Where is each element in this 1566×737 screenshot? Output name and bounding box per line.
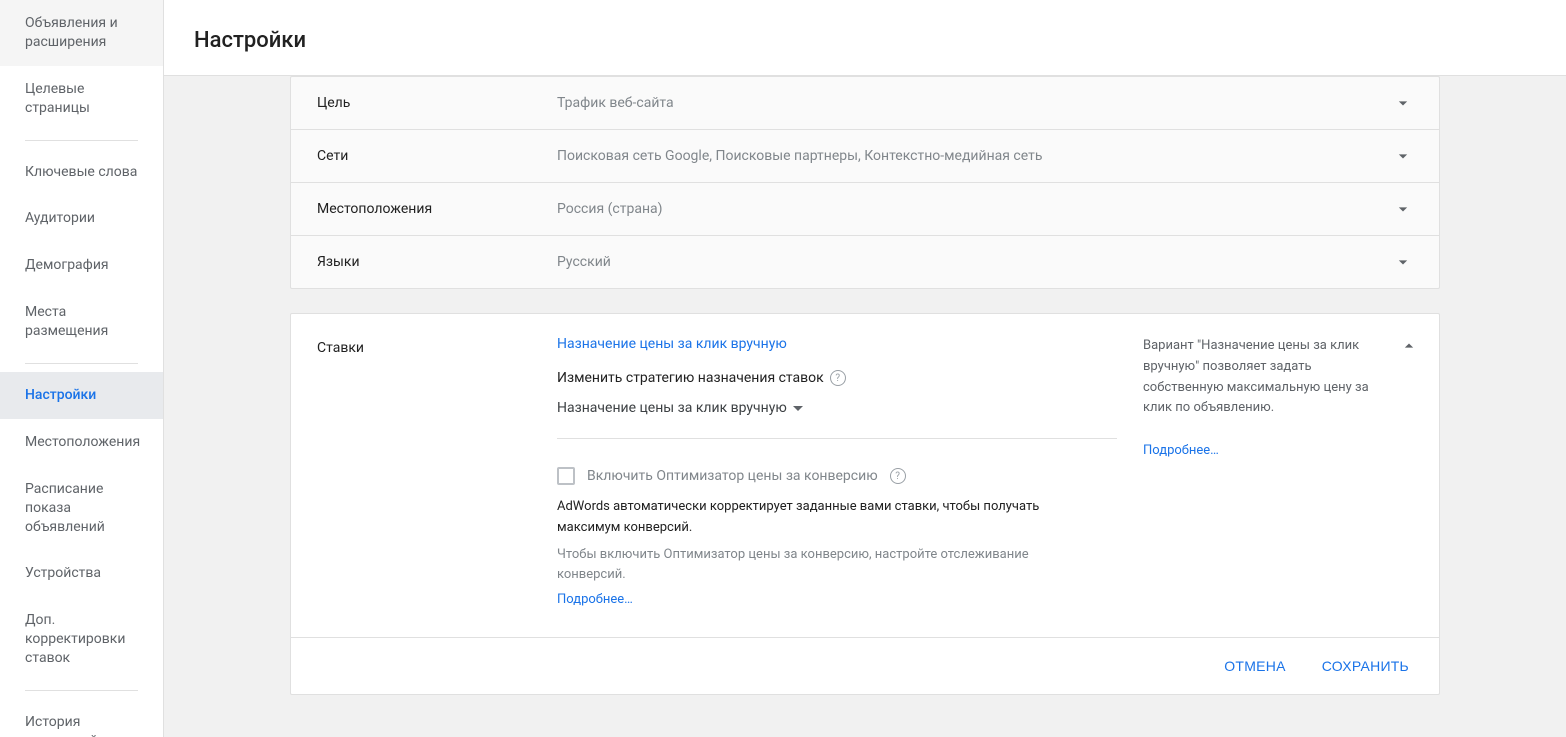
- setting-value: Трафик веб-сайта: [557, 95, 1393, 111]
- sidebar-item-label: Места размещения: [25, 304, 108, 339]
- sidebar-item-label: Целевые страницы: [25, 81, 90, 116]
- caret-down-icon: [793, 406, 803, 411]
- sidebar-item-label: Доп. корректировки ставок: [25, 612, 125, 666]
- bids-card-body: Ставки Назначение цены за клик вручную И…: [291, 314, 1439, 637]
- sidebar-item-label: Настройки: [25, 387, 96, 403]
- main: Настройки Цель Трафик веб-сайта Сети Пои…: [164, 0, 1566, 737]
- setting-row-languages[interactable]: Языки Русский: [291, 235, 1439, 288]
- settings-summary: Цель Трафик веб-сайта Сети Поисковая сет…: [290, 76, 1440, 289]
- sidebar-item-ad-schedule[interactable]: Расписание показа объявлений: [0, 466, 163, 551]
- sidebar-item-audiences[interactable]: Аудитории: [0, 195, 163, 242]
- bids-strategy-link[interactable]: Назначение цены за клик вручную: [557, 336, 787, 352]
- sidebar-item-label: Демография: [25, 257, 109, 273]
- collapse-button[interactable]: [1399, 336, 1419, 356]
- sidebar-item-label: Местоположения: [25, 434, 140, 450]
- bids-learn-more[interactable]: Подробнее…: [557, 592, 1117, 607]
- bids-change-strategy: Изменить стратегию назначения ставок ?: [557, 370, 1117, 386]
- page-header: Настройки: [164, 0, 1566, 76]
- save-button[interactable]: СОХРАНИТЬ: [1322, 658, 1409, 674]
- help-icon[interactable]: ?: [890, 468, 906, 484]
- setting-row-goal[interactable]: Цель Трафик веб-сайта: [291, 77, 1439, 129]
- sidebar-item-label: Ключевые слова: [25, 164, 137, 180]
- cancel-button[interactable]: ОТМЕНА: [1224, 658, 1285, 674]
- sidebar-divider: [25, 363, 138, 364]
- sidebar-item-ads-extensions[interactable]: Объявления и расширения: [0, 0, 163, 66]
- bids-side: Вариант "Назначение цены за клик вручную…: [1143, 336, 1413, 607]
- conversion-optimizer-checkbox[interactable]: [557, 467, 575, 485]
- sidebar-divider: [25, 140, 138, 141]
- setting-label: Языки: [317, 254, 557, 270]
- divider: [557, 438, 1117, 439]
- sidebar-item-label: Устройства: [25, 565, 101, 581]
- sidebar-item-placements[interactable]: Места размещения: [0, 289, 163, 355]
- chevron-down-icon: [1393, 146, 1413, 166]
- setting-value: Поисковая сеть Google, Поисковые партнер…: [557, 148, 1393, 164]
- sidebar-item-keywords[interactable]: Ключевые слова: [0, 149, 163, 196]
- sidebar-item-label: Аудитории: [25, 210, 95, 226]
- sidebar-item-devices[interactable]: Устройства: [0, 550, 163, 597]
- bids-hint: Чтобы включить Оптимизатор цены за конве…: [557, 545, 1097, 587]
- chevron-up-icon: [1399, 336, 1419, 356]
- bids-card: Ставки Назначение цены за клик вручную И…: [290, 313, 1440, 695]
- bids-card-footer: ОТМЕНА СОХРАНИТЬ: [291, 637, 1439, 694]
- bids-main: Назначение цены за клик вручную Изменить…: [557, 336, 1117, 607]
- bids-side-text: Вариант "Назначение цены за клик вручную…: [1143, 336, 1373, 419]
- setting-row-locations[interactable]: Местоположения Россия (страна): [291, 182, 1439, 235]
- chevron-down-icon: [1393, 93, 1413, 113]
- setting-value: Русский: [557, 254, 1393, 270]
- setting-row-networks[interactable]: Сети Поисковая сеть Google, Поисковые па…: [291, 129, 1439, 182]
- bids-strategy-dropdown[interactable]: Назначение цены за клик вручную: [557, 400, 1117, 416]
- sidebar-item-locations[interactable]: Местоположения: [0, 419, 163, 466]
- help-icon[interactable]: ?: [830, 370, 846, 386]
- sidebar-item-settings[interactable]: Настройки: [0, 372, 163, 419]
- bids-title: Ставки: [317, 336, 557, 607]
- page-title: Настройки: [194, 28, 1536, 53]
- content: Цель Трафик веб-сайта Сети Поисковая сет…: [164, 76, 1566, 737]
- setting-label: Цель: [317, 95, 557, 111]
- setting-value: Россия (страна): [557, 201, 1393, 217]
- setting-label: Местоположения: [317, 201, 557, 217]
- conversion-optimizer-row: Включить Оптимизатор цены за конверсию ?: [557, 467, 1117, 485]
- chevron-down-icon: [1393, 199, 1413, 219]
- sidebar-item-demographics[interactable]: Демография: [0, 242, 163, 289]
- bids-desc: AdWords автоматически корректирует задан…: [557, 497, 1097, 539]
- setting-label: Сети: [317, 148, 557, 164]
- sidebar: Объявления и расширения Целевые страницы…: [0, 0, 164, 737]
- sidebar-item-landing-pages[interactable]: Целевые страницы: [0, 66, 163, 132]
- sidebar-item-bid-adjustments[interactable]: Доп. корректировки ставок: [0, 597, 163, 682]
- sidebar-item-change-history[interactable]: История изменений: [0, 699, 163, 737]
- sidebar-item-label: История изменений: [25, 714, 98, 737]
- app-root: Объявления и расширения Целевые страницы…: [0, 0, 1566, 737]
- dropdown-value: Назначение цены за клик вручную: [557, 400, 787, 416]
- chevron-down-icon: [1393, 252, 1413, 272]
- conversion-optimizer-label: Включить Оптимизатор цены за конверсию: [587, 468, 878, 484]
- bids-side-learn-more[interactable]: Подробнее…: [1143, 441, 1373, 462]
- sidebar-item-label: Расписание показа объявлений: [25, 481, 105, 535]
- sidebar-item-label: Объявления и расширения: [25, 15, 118, 50]
- sidebar-divider: [25, 690, 138, 691]
- bids-change-label: Изменить стратегию назначения ставок: [557, 370, 824, 386]
